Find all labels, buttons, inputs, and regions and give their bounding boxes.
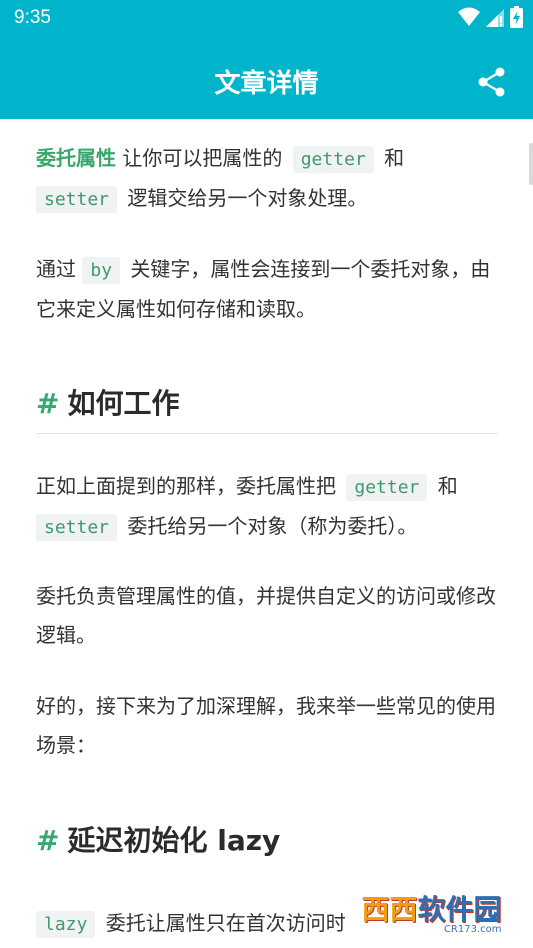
text-span: 委托让属性只在首次访问时 [99,911,346,935]
inline-code: setter [36,514,118,541]
paragraph-4: 委托负责管理属性的值，并提供自定义的访问或修改逻辑。 [36,584,496,647]
scrollbar[interactable] [529,143,533,185]
text-span: 逻辑交给另一个对象处理。 [121,186,368,210]
heading-hash: # [36,387,60,420]
watermark-name: 软件园 [417,893,502,926]
status-time: 9:35 [14,7,51,28]
text-span: 和 [377,146,405,170]
section-heading-lazy: # 延迟初始化 lazy [36,819,498,859]
watermark-badge: 西西软件园 CR173.com [353,886,510,937]
watermark-logo: 西西软件园 CR173.com [330,875,533,948]
page-title: 文章详情 [214,69,319,99]
heading-text: 如何工作 [67,387,180,420]
article-content[interactable]: 委托属性 让你可以把属性的 getter 和 setter 逻辑交给另一个对象处… [0,119,533,948]
paragraph-3: 正如上面提到的那样，委托属性把 getter 和 setter 委托给另一个对象… [36,467,498,547]
inline-code: by [82,257,121,284]
text-span: 和 [431,474,458,498]
watermark-logo-text: 西西 [361,893,418,926]
section-heading-how-it-works: # 如何工作 [36,382,498,422]
text-span: 正如上面提到的那样，委托属性把 [36,474,343,498]
status-icons [458,6,523,28]
divider [36,433,498,434]
inline-code: lazy [36,911,96,938]
text-span: 通过 [36,257,83,281]
text-span: 让你可以把属性的 [116,146,289,170]
app-bar: 文章详情 [0,37,533,119]
signal-icon [486,9,504,27]
inline-code: setter [36,186,118,213]
inline-code: getter [292,146,374,173]
status-bar: 9:35 [0,0,533,37]
battery-icon [510,6,523,28]
paragraph-1: 委托属性 让你可以把属性的 getter 和 setter 逻辑交给另一个对象处… [36,139,498,219]
paragraph-2: 通过 by 关键字，属性会连接到一个委托对象，由它来定义属性如何存储和读取。 [36,250,498,329]
heading-text: 延迟初始化 lazy [67,824,281,857]
share-icon[interactable] [477,67,507,97]
heading-hash: # [36,824,60,857]
highlight-term: 委托属性 [36,146,116,170]
text-span: 委托给另一个对象（称为委托）。 [121,514,418,538]
paragraph-5: 好的，接下来为了加深理解，我来举一些常见的使用场景： [36,694,496,757]
inline-code: getter [346,474,428,501]
wifi-icon [458,7,480,26]
